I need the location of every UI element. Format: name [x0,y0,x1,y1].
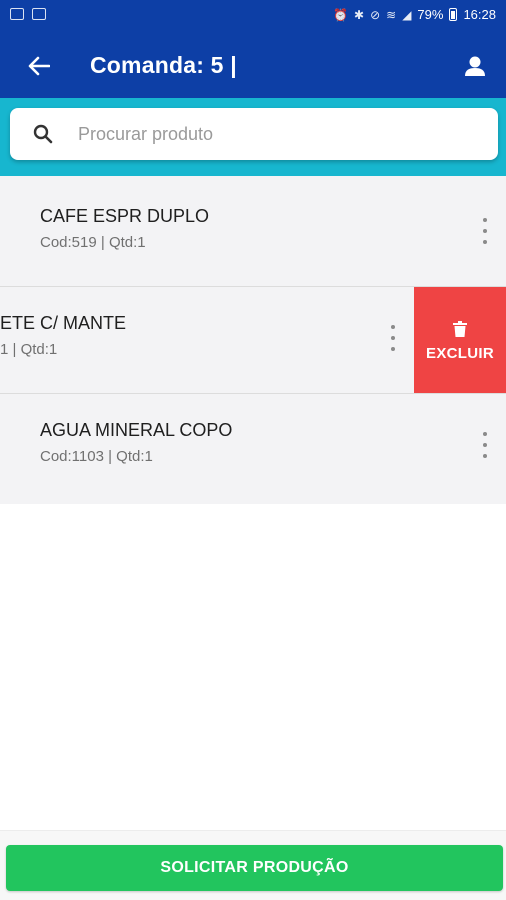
battery-percent: 79% [417,7,444,22]
arrow-left-icon [28,56,50,76]
user-button[interactable] [458,49,492,83]
delete-button[interactable]: EXCLUIR [414,287,506,393]
app-bar: Comanda: 5 | [0,32,506,98]
notification-icon [32,8,46,20]
status-left-icons [10,8,46,20]
more-vert-icon [483,218,487,222]
delete-label: EXCLUIR [426,344,494,362]
user-icon [465,56,485,76]
search-bar-container [0,98,506,176]
back-button[interactable] [22,49,56,83]
list-item[interactable]: CAFE ESPR DUPLO Cod:519 | Qtd:1 [0,180,506,288]
list-item-content: ETE C/ MANTE 1 | Qtd:1 [0,287,414,393]
alarm-icon: ⏰ [333,7,348,22]
status-bar: ⏰ ✱ ⊘ ≋ ◢ 79% 16:28 [0,0,506,32]
signal-icon: ◢ [402,7,412,22]
item-meta: Cod:519 | Qtd:1 [40,234,146,251]
search-icon [33,124,53,144]
list-item-content: CAFE ESPR DUPLO Cod:519 | Qtd:1 [0,180,506,288]
wifi-icon: ≋ [386,7,397,22]
item-name: AGUA MINERAL COPO [40,420,233,440]
item-name: CAFE ESPR DUPLO [40,206,210,226]
list-item-content: AGUA MINERAL COPO Cod:1103 | Qtd:1 [0,394,506,502]
list-item[interactable]: AGUA MINERAL COPO Cod:1103 | Qtd:1 [0,394,506,502]
bottom-action-bar: SOLICITAR PRODUÇÃO [0,830,506,900]
more-vert-icon [391,325,395,329]
product-list: CAFE ESPR DUPLO Cod:519 | Qtd:1 ETE C/ M… [0,176,506,504]
page-title: Comanda: 5 | [90,52,237,78]
trash-icon [453,320,467,337]
item-name: ETE C/ MANTE [0,313,127,333]
more-options-button[interactable] [480,432,490,458]
mute-icon: ⊘ [370,7,381,22]
more-vert-icon [483,432,487,436]
more-options-button[interactable] [480,218,490,244]
clock: 16:28 [463,7,496,22]
status-right: ⏰ ✱ ⊘ ≋ ◢ 79% 16:28 [333,7,496,22]
list-item-swiped[interactable]: ETE C/ MANTE 1 | Qtd:1 EXCLUIR [0,286,506,394]
item-meta: 1 | Qtd:1 [0,341,58,358]
gallery-icon [10,8,24,20]
request-production-button[interactable]: SOLICITAR PRODUÇÃO [6,845,503,891]
item-meta: Cod:1103 | Qtd:1 [40,448,153,465]
bluetooth-icon: ✱ [354,7,365,22]
battery-icon [449,8,458,21]
search-input[interactable] [78,123,458,145]
search-box[interactable] [10,108,498,160]
more-options-button[interactable] [388,325,398,351]
